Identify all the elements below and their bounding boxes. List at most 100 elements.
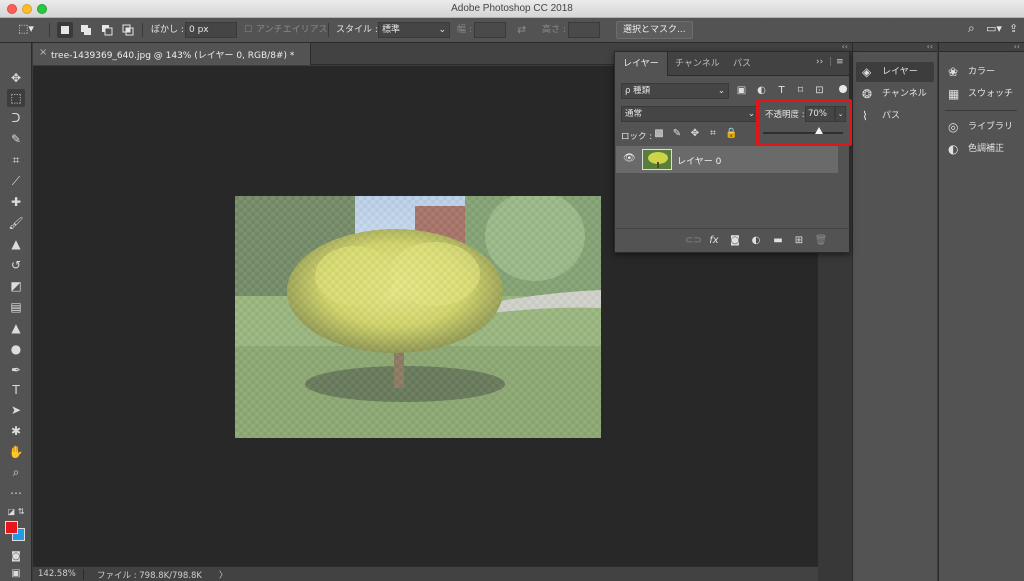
swap-dimensions-icon[interactable]: ⇄ <box>517 22 526 38</box>
feather-input[interactable]: 0 px <box>185 22 237 38</box>
new-selection-button[interactable] <box>57 22 73 38</box>
share-icon[interactable]: ⇪ <box>1009 21 1018 37</box>
lock-transparency-icon[interactable]: ▩ <box>653 128 665 140</box>
dock-item-channels[interactable]: ❂ チャンネル <box>856 84 934 104</box>
new-adjustment-layer-icon[interactable]: ◐ <box>749 234 763 248</box>
zoom-tool-icon[interactable]: ⌕ <box>7 463 25 481</box>
lock-artboard-icon[interactable]: ⌗ <box>707 128 719 140</box>
divider <box>142 23 143 37</box>
panel-menu-icon[interactable]: ≡ <box>836 57 844 67</box>
fx-icon[interactable]: fx <box>707 234 721 248</box>
lock-all-icon[interactable]: 🔒 <box>725 128 737 140</box>
shape-tool-icon[interactable]: ✱ <box>7 422 25 440</box>
subtract-selection-button[interactable] <box>99 22 115 38</box>
pen-tool-icon[interactable]: ✒ <box>7 361 25 379</box>
height-input[interactable] <box>568 22 600 38</box>
expand-chevron-icon[interactable]: ‹‹ <box>1014 42 1020 51</box>
divider: | <box>829 57 833 67</box>
tools-panel: ✥ ⬚ ᑐ ✎ ⌗ ⟋ ✚ 🖌 ▲ ↺ ◩ ▤ ▲ ● ✒ T ➤ ✱ ✋ ⌕ … <box>0 43 32 581</box>
antialias-checkbox[interactable]: ☐ <box>244 22 252 38</box>
marquee-preset-icon[interactable]: ⬚▾ <box>18 21 34 37</box>
shape-filter-icon[interactable]: ⌑ <box>794 84 807 97</box>
hand-tool-icon[interactable]: ✋ <box>7 443 25 461</box>
trash-icon[interactable]: 🗑 <box>814 234 828 248</box>
screen-mode-icon[interactable]: ▣ <box>7 565 25 581</box>
layers-icon: ◈ <box>862 65 872 79</box>
lock-image-icon[interactable]: ✎ <box>671 128 683 140</box>
divider <box>49 23 50 37</box>
adjustments-icon: ◐ <box>948 142 959 156</box>
collapse-chevron-icon[interactable]: ›› <box>816 57 823 67</box>
document-tab[interactable]: × tree-1439369_640.jpg @ 143% (レイヤー 0, R… <box>33 43 311 65</box>
status-menu-arrow[interactable]: 〉 <box>219 569 228 581</box>
dock-strip: ‹‹ <box>939 42 1024 52</box>
smart-object-filter-icon[interactable]: ⊡ <box>813 84 826 97</box>
dock-item-layers[interactable]: ◈ レイヤー <box>856 62 934 82</box>
close-icon[interactable]: × <box>39 47 47 58</box>
divider <box>83 569 84 580</box>
dock-item-color[interactable]: ❀ カラー <box>942 62 1020 82</box>
document-image[interactable] <box>235 196 601 438</box>
panel-dock: ‹‹ ❀ カラー ▦ スウォッチ ◎ ライブラリ ◐ 色調補正 <box>938 42 1024 581</box>
dock-item-paths[interactable]: ⌇ パス <box>856 106 934 126</box>
pixel-filter-icon[interactable]: ▣ <box>735 84 748 97</box>
add-selection-button[interactable] <box>78 22 94 38</box>
dodge-tool-icon[interactable]: ● <box>7 340 25 358</box>
layer-filter-select[interactable]: ρ 種類 ⌄ <box>621 83 729 99</box>
gradient-tool-icon[interactable]: ▤ <box>7 298 25 316</box>
dock-item-adjustments[interactable]: ◐ 色調補正 <box>942 139 1020 159</box>
expand-chevron-icon[interactable]: ‹‹ <box>927 42 933 51</box>
quick-select-tool-icon[interactable]: ✎ <box>7 130 25 148</box>
healing-brush-tool-icon[interactable]: ✚ <box>7 193 25 211</box>
link-layers-icon[interactable]: ⊂⊃ <box>685 234 702 248</box>
blur-tool-icon[interactable]: ▲ <box>7 319 25 337</box>
type-filter-icon[interactable]: T <box>775 84 788 97</box>
marquee-tool-icon[interactable]: ⬚ <box>7 89 25 107</box>
zoom-level[interactable]: 142.58% <box>38 569 76 579</box>
visibility-eye-icon[interactable]: 👁 <box>623 153 636 164</box>
adjustment-filter-icon[interactable]: ◐ <box>755 84 768 97</box>
opacity-highlight-box <box>756 99 852 146</box>
add-mask-icon[interactable]: ◙ <box>728 234 742 248</box>
intersect-selection-button[interactable] <box>120 22 136 38</box>
select-and-mask-button[interactable]: 選択とマスク... <box>616 21 693 39</box>
libraries-icon: ◎ <box>948 120 959 134</box>
collapse-chevron-icon[interactable]: ‹‹ <box>842 42 848 51</box>
tab-channels[interactable]: チャンネル <box>667 52 728 76</box>
stamp-tool-icon[interactable]: ▲ <box>7 235 25 253</box>
eyedropper-tool-icon[interactable]: ⟋ <box>7 172 25 190</box>
search-icon[interactable]: ⌕ <box>968 20 975 36</box>
type-tool-icon[interactable]: T <box>7 381 25 399</box>
path-select-tool-icon[interactable]: ➤ <box>7 401 25 419</box>
quick-mask-icon[interactable]: ◙ <box>7 548 25 566</box>
crop-tool-icon[interactable]: ⌗ <box>7 151 25 169</box>
foreground-color-swatch[interactable] <box>5 521 18 534</box>
tab-layers[interactable]: レイヤー <box>615 52 668 76</box>
lock-label: ロック : <box>621 132 653 142</box>
style-select[interactable]: 標準 ⌄ <box>378 22 450 38</box>
blend-mode-select[interactable]: 通常 ⌄ <box>621 106 759 122</box>
history-brush-tool-icon[interactable]: ↺ <box>7 256 25 274</box>
options-bar: ⬚▾ ぼかし : 0 px ☐ アンチエイリアス スタイル : 標準 ⌄ 幅 :… <box>0 18 1024 43</box>
lasso-tool-icon[interactable]: ᑐ <box>7 109 25 127</box>
filter-toggle[interactable] <box>839 85 847 93</box>
feather-label: ぼかし : <box>151 25 184 35</box>
dock-item-libraries[interactable]: ◎ ライブラリ <box>942 117 1020 137</box>
layer-row[interactable]: 👁 レイヤー 0 <box>616 146 838 173</box>
lock-position-icon[interactable]: ✥ <box>689 128 701 140</box>
style-select-value: 標準 <box>382 25 401 35</box>
layers-scrollbar[interactable] <box>838 146 849 226</box>
width-label: 幅 : <box>457 25 472 35</box>
move-tool-icon[interactable]: ✥ <box>7 69 25 87</box>
more-tools-icon[interactable]: ⋯ <box>7 484 25 502</box>
workspace-icon[interactable]: ▭▾ <box>986 21 1002 37</box>
new-layer-icon[interactable]: ⊞ <box>792 234 806 248</box>
tab-paths[interactable]: パス <box>725 52 759 76</box>
collapsed-panel-dock: ‹‹ ◈ レイヤー ❂ チャンネル ⌇ パス <box>852 42 937 581</box>
brush-tool-icon[interactable]: 🖌 <box>7 214 25 232</box>
width-input[interactable] <box>474 22 506 38</box>
swap-colors-icon[interactable]: ◪ ⇅ <box>7 503 25 521</box>
eraser-tool-icon[interactable]: ◩ <box>7 277 25 295</box>
new-group-icon[interactable]: ▬ <box>771 234 785 248</box>
dock-item-swatches[interactable]: ▦ スウォッチ <box>942 84 1020 104</box>
